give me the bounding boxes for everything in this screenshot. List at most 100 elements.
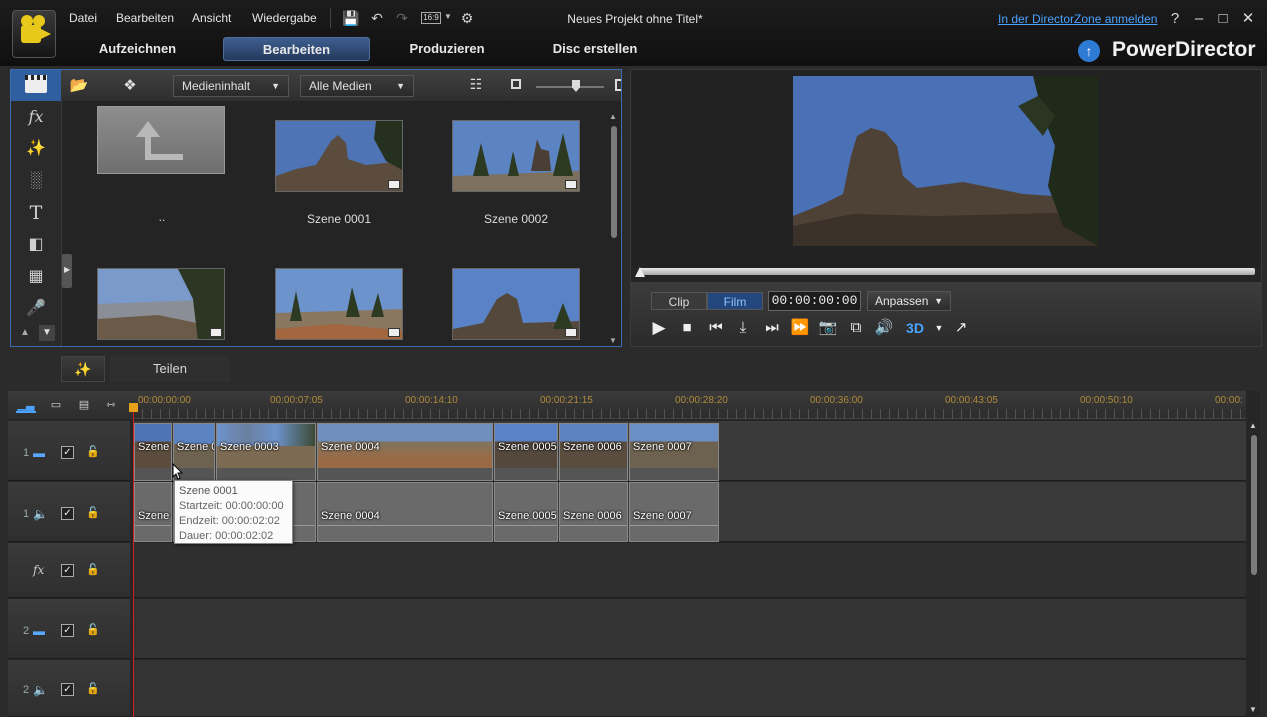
media-thumbnail-szene-0001[interactable] [275, 120, 403, 192]
plugin-puzzle-icon[interactable]: ❖ [119, 76, 141, 94]
menu-bearbeiten[interactable]: Bearbeiten [116, 11, 174, 25]
transition-room-icon[interactable]: ◧ [23, 233, 49, 257]
audio-clip-szene-0004[interactable]: Szene 0004 [317, 482, 493, 542]
redo-icon[interactable]: ↷ [394, 10, 410, 26]
clip-mode-button[interactable]: Clip [651, 292, 707, 310]
save-icon[interactable]: 💾 [342, 10, 359, 26]
video-clip-szene-0006[interactable]: Szene 0006 [559, 423, 628, 481]
timeline-scrollbar[interactable]: ▲ ▼ [1249, 421, 1259, 717]
help-button[interactable]: ? [1166, 10, 1184, 28]
media-thumbnail-scene-4[interactable] [97, 268, 225, 340]
menu-ansicht[interactable]: Ansicht [192, 11, 231, 25]
mark-frame-icon[interactable]: ⤓ [733, 318, 753, 338]
settings-gear-icon[interactable]: ⚙ [459, 10, 475, 26]
menu-datei[interactable]: Datei [69, 11, 97, 25]
media-thumbnail-scene-5[interactable] [275, 268, 403, 340]
split-button[interactable]: Teilen [110, 356, 230, 382]
track-lock-icon[interactable]: 🔓 [86, 507, 100, 520]
media-content-dropdown[interactable]: Medieninhalt ▼ [173, 75, 289, 97]
track-lock-icon[interactable]: 🔓 [86, 683, 100, 696]
track-enable-checkbox[interactable]: ✓ [61, 683, 74, 696]
fit-dropdown[interactable]: Anpassen ▼ [867, 291, 951, 311]
media-filter-dropdown[interactable]: Alle Medien ▼ [300, 75, 414, 97]
chapter-room-icon[interactable]: ▦ [23, 265, 49, 289]
tab-produce[interactable]: Produzieren [392, 37, 502, 61]
track-lock-icon[interactable]: 🔓 [86, 446, 100, 459]
playhead-marker[interactable] [129, 403, 138, 412]
video-clip-szene-0001[interactable]: Szene 0001 [134, 423, 172, 481]
add-track-icon[interactable]: ▤ [74, 397, 94, 413]
play-icon[interactable]: ▶ [649, 318, 669, 338]
undo-icon[interactable]: ↶ [369, 10, 385, 26]
playhead-line[interactable] [133, 409, 134, 717]
timecode-display[interactable]: 00:00:00:00 [768, 291, 861, 311]
track-body-video-2[interactable] [133, 599, 1246, 659]
track-lock-icon[interactable]: 🔓 [86, 624, 100, 637]
track-enable-checkbox[interactable]: ✓ [61, 446, 74, 459]
maximize-icon[interactable]: □ [1214, 10, 1232, 28]
video-clip-szene-0003[interactable]: Szene 0003 [216, 423, 316, 481]
import-media-icon[interactable]: 📂 [68, 76, 90, 94]
timeline-view-icon[interactable]: ▁▃ [16, 397, 36, 413]
particle-room-icon[interactable]: ░ [23, 169, 49, 193]
thumbnail-size-slider-thumb[interactable] [572, 80, 580, 92]
menu-wiedergabe[interactable]: Wiedergabe [252, 11, 317, 25]
title-room-icon[interactable]: T [23, 201, 49, 225]
zoom-small-icon[interactable] [511, 79, 521, 89]
track-body-audio-2[interactable] [133, 660, 1246, 717]
track-enable-checkbox[interactable]: ✓ [61, 624, 74, 637]
minimize-icon[interactable]: – [1190, 10, 1208, 28]
previous-frame-icon[interactable]: ⏮ [706, 318, 726, 338]
stop-icon[interactable]: ■ [677, 318, 697, 338]
close-icon[interactable]: ✕ [1239, 10, 1257, 28]
tab-edit[interactable]: Bearbeiten [223, 37, 370, 61]
volume-icon[interactable]: 🔊 [874, 318, 894, 338]
app-logo-icon[interactable] [12, 10, 56, 58]
audio-clip-szene-0007[interactable]: Szene 0007 [629, 482, 719, 542]
magic-tools-wand-icon[interactable]: ✨ [61, 356, 105, 382]
audio-clip-szene-0005[interactable]: Szene 0005 [494, 482, 558, 542]
zoom-large-icon[interactable] [615, 79, 621, 91]
tab-capture[interactable]: Aufzeichnen [80, 37, 195, 61]
media-thumbnail-szene-0002[interactable] [452, 120, 580, 192]
library-toolbar: 📂 ❖ Medieninhalt ▼ Alle Medien ▼ ☷ [11, 70, 621, 101]
aspect-ratio-button[interactable]: 16:9 [421, 12, 441, 24]
track-body-fx[interactable] [133, 543, 1246, 598]
audio-clip-szene-0006[interactable]: Szene 0006 [559, 482, 628, 542]
library-scrollbar[interactable]: ▲ ▼ [609, 112, 619, 345]
voice-recording-microphone-icon[interactable]: 🎤 [23, 297, 49, 321]
fast-forward-icon[interactable]: ⏩ [790, 318, 810, 338]
fit-timeline-icon[interactable]: ⇿ [101, 397, 121, 413]
thumbnail-size-slider[interactable] [536, 86, 604, 88]
preview-seek-bar[interactable] [639, 268, 1255, 275]
video-clip-szene-0005[interactable]: Szene 0005 [494, 423, 558, 481]
next-frame-icon[interactable]: ⏭ [762, 318, 782, 338]
aspect-dropdown-arrow-icon[interactable]: ▼ [444, 12, 452, 21]
snapshot-camera-icon[interactable]: 📷 [818, 318, 838, 338]
3d-dropdown-arrow-icon[interactable]: ▼ [929, 318, 949, 338]
clip-label: Szene 0005 [498, 510, 557, 522]
track-lock-icon[interactable]: 🔓 [86, 564, 100, 577]
pip-objects-icon[interactable]: ✨ [23, 137, 49, 161]
secondary-display-icon[interactable]: ⧉ [846, 318, 866, 338]
audio-clip-szene-0001[interactable]: Szene 0001 [134, 482, 172, 542]
media-thumbnail-scene-6[interactable] [452, 268, 580, 340]
sort-grid-icon[interactable]: ☷ [466, 76, 486, 94]
video-clip-szene-0007[interactable]: Szene 0007 [629, 423, 719, 481]
track-enable-checkbox[interactable]: ✓ [61, 564, 74, 577]
film-mode-button[interactable]: Film [707, 292, 763, 310]
upgrade-arrow-icon[interactable]: ↑ [1078, 40, 1100, 62]
video-clip-szene-0004[interactable]: Szene 0004 [317, 423, 493, 481]
folder-up-thumbnail[interactable] [97, 106, 225, 174]
timeline-ruler[interactable]: 00:00:00:00 00:00:07:05 00:00:14:10 00:0… [133, 391, 1246, 419]
storyboard-view-icon[interactable]: ▭ [46, 397, 66, 413]
fx-room-icon[interactable]: fx [23, 105, 49, 129]
directorzone-login-link[interactable]: In der DirectorZone anmelden [998, 12, 1157, 26]
media-room-tab[interactable] [11, 70, 61, 101]
tab-disc[interactable]: Disc erstellen [535, 37, 655, 61]
track-enable-checkbox[interactable]: ✓ [61, 507, 74, 520]
3d-mode-button[interactable]: 3D [903, 318, 927, 338]
sidebar-scroll-up-icon[interactable]: ▲ [20, 327, 30, 338]
undock-preview-icon[interactable]: ↗ [951, 318, 971, 338]
sidebar-scroll-down-icon[interactable]: ▼ [39, 325, 55, 341]
